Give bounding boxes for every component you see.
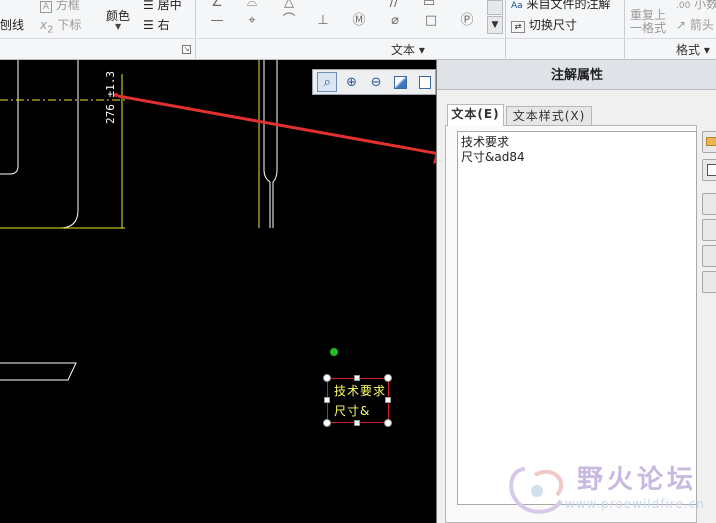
toggle-dimension-button[interactable]: ⇄ 切换尺寸 — [511, 16, 577, 33]
projected-zone-icon[interactable]: Ⓟ — [458, 12, 476, 30]
repeat-format-label-2: 一格式 — [630, 21, 667, 35]
resize-handle[interactable] — [323, 419, 331, 427]
perpendicularity-icon[interactable]: ⊥ — [314, 12, 332, 30]
decimals-button[interactable]: .00 小数 — [676, 0, 716, 12]
rotate-handle[interactable] — [330, 348, 338, 356]
box-button[interactable]: A 方框 — [40, 0, 80, 13]
slope-symbol-icon[interactable]: ⌓ — [243, 0, 261, 12]
align-center-icon: ☰ — [143, 0, 154, 12]
subscript-button[interactable]: x2 下标 — [40, 16, 81, 35]
resize-handle[interactable] — [323, 374, 331, 382]
tab-text[interactable]: 文本(E) — [447, 104, 504, 126]
decimals-label: 小数 — [694, 0, 716, 11]
box-icon: A — [40, 1, 52, 13]
ribbon-left-fragment[interactable]: 刨线 — [0, 16, 24, 33]
display-style-icon — [418, 75, 431, 89]
zoom-in-icon: ⊕ — [346, 74, 358, 90]
parallel-symbol-icon[interactable]: // — [385, 0, 403, 12]
from-file-icon: Aa — [511, 1, 523, 11]
from-file-label: 来自文件的注解 — [526, 0, 611, 11]
view-toolbar: ⌕ ⊕ ⊖ — [312, 69, 436, 95]
separator — [505, 0, 506, 58]
toggle-dimension-label: 切换尺寸 — [528, 18, 577, 32]
folder-icon — [706, 137, 716, 146]
position-icon[interactable]: ⌖ — [243, 12, 261, 30]
square-icon[interactable]: □ — [422, 12, 440, 30]
perpendicular-symbol-icon[interactable]: ▭ — [420, 0, 438, 12]
resize-handle[interactable] — [384, 419, 392, 427]
note-text-line-2[interactable]: 尺寸& — [334, 402, 370, 419]
align-right-button[interactable]: ☰ 右 — [143, 16, 170, 33]
note-text-editor[interactable]: 技术要求 尺寸&ad84 — [457, 131, 697, 505]
resize-handle[interactable] — [324, 397, 330, 403]
diameter-icon[interactable]: ⌀ — [386, 12, 404, 30]
part-outline — [0, 60, 79, 229]
separator — [624, 0, 625, 58]
repaint-icon — [393, 75, 407, 89]
zoom-fit-icon: ⌕ — [323, 74, 331, 90]
zoom-in-button[interactable]: ⊕ — [341, 72, 361, 92]
dimension-value: 276 ±1.3 — [104, 71, 117, 124]
arrow-style-button[interactable]: ↗ 箭头 — [676, 16, 714, 33]
decimals-icon: .00 — [676, 1, 691, 11]
tab-text-style[interactable]: 文本样式(X) — [506, 106, 592, 126]
line-symbol-icon[interactable]: ∠ — [208, 0, 226, 12]
dialog-title: 注解属性 — [437, 60, 716, 90]
align-center-button[interactable]: ☰ 居中 — [143, 0, 182, 13]
subscript-label: 下标 — [57, 18, 82, 32]
group-label-format: 格式 ▾ — [676, 43, 710, 57]
gallery-expand-icon[interactable]: ▼ — [487, 16, 503, 34]
open-file-button[interactable] — [702, 131, 716, 153]
arc-profile-icon[interactable]: ⌒ — [280, 12, 298, 30]
note-text-line-1[interactable]: 技术要求 — [334, 382, 386, 399]
ribbon: 刨线 A 方框 x2 下标 颜色 ▼ ☰ 居中 ☰ 右 ∠ ⌓ △ // ▭ —… — [0, 0, 716, 60]
repaint-button[interactable] — [390, 72, 410, 92]
mmc-icon[interactable]: Ⓜ — [350, 12, 368, 30]
resize-handle[interactable] — [385, 397, 391, 403]
toggle-dimension-icon: ⇄ — [511, 21, 525, 33]
editor-line-1[interactable]: 技术要求 — [461, 135, 693, 150]
refit-button[interactable]: ⌕ — [317, 72, 338, 92]
dialog-side-button[interactable] — [702, 245, 716, 267]
text-tab-panel: 技术要求 尺寸&ad84 — [445, 125, 697, 523]
part-outline — [263, 60, 271, 228]
color-dropdown-icon[interactable]: ▼ — [115, 22, 121, 31]
from-file-annotation-button[interactable]: Aa 来自文件的注解 — [511, 0, 611, 12]
dialog-side-button[interactable] — [702, 271, 716, 293]
part-outline — [0, 362, 77, 381]
ribbon-group-divider — [0, 38, 716, 39]
align-right-icon: ☰ — [143, 18, 154, 32]
separator — [195, 0, 196, 58]
editor-line-2[interactable]: 尺寸&ad84 — [461, 150, 693, 165]
zoom-out-icon: ⊖ — [370, 74, 382, 90]
align-right-label: 右 — [157, 18, 170, 32]
align-center-label: 居中 — [157, 0, 182, 12]
zoom-out-button[interactable]: ⊖ — [366, 72, 386, 92]
arrow-style-label: 箭头 — [689, 18, 714, 32]
drawing-canvas[interactable]: 276 ±1.3 ⌕ ⊕ ⊖ 技术要求 尺寸& — [0, 60, 436, 523]
arrow-style-icon: ↗ — [676, 18, 687, 32]
box-label: 方框 — [55, 0, 80, 12]
save-file-button[interactable] — [702, 159, 716, 181]
part-outline — [272, 60, 278, 228]
dialog-side-button[interactable] — [702, 193, 716, 215]
dialog-side-button[interactable] — [702, 219, 716, 241]
resize-handle[interactable] — [384, 374, 392, 382]
group-label-text: 文本 ▾ — [391, 43, 425, 57]
gallery-scroll-up[interactable] — [487, 0, 503, 15]
save-icon — [707, 164, 716, 176]
note-properties-dialog: 注解属性 文本(E) 文本样式(X) 技术要求 尺寸&ad84 — [436, 60, 716, 523]
straightness-icon[interactable]: — — [208, 12, 226, 30]
subscript-icon: x2 — [40, 18, 54, 36]
profile-symbol-icon[interactable]: △ — [280, 0, 298, 12]
dialog-launcher-icon[interactable]: ↘ — [182, 45, 191, 54]
resize-handle[interactable] — [354, 375, 360, 381]
display-style-button[interactable] — [415, 72, 435, 92]
resize-handle[interactable] — [354, 420, 360, 426]
arrow-tail — [114, 93, 118, 97]
part-outline — [0, 60, 19, 175]
drawing-geometry: 276 ±1.3 — [0, 60, 436, 381]
